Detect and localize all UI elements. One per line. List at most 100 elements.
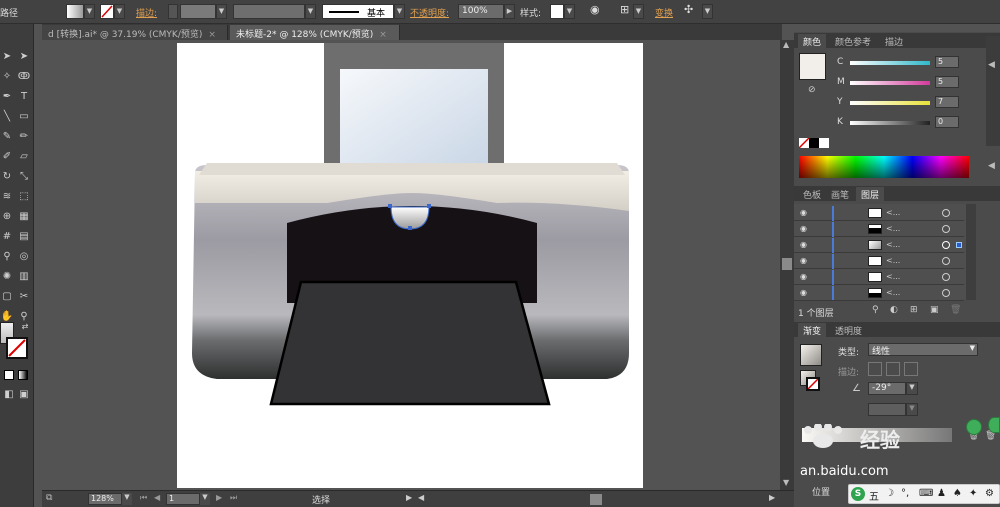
stroke-weight-dropdown[interactable]: ▼ <box>216 4 227 19</box>
tab-document-2[interactable]: 未标题-2* @ 128% (CMYK/预览) × <box>230 25 400 40</box>
target-icon[interactable] <box>942 209 950 217</box>
expand-panel-icon-2[interactable]: ◀ <box>988 161 995 171</box>
layers-scrollbar[interactable] <box>966 204 976 300</box>
variable-width-profile[interactable] <box>233 4 305 19</box>
paintbrush-icon[interactable]: ✎ <box>0 130 14 144</box>
style-dropdown[interactable]: ▼ <box>564 4 575 19</box>
perspective-grid-icon[interactable]: ▦ <box>17 210 31 224</box>
gradient-stroke-swatch[interactable] <box>806 377 820 391</box>
visibility-eye-icon[interactable]: ◉ <box>800 224 810 234</box>
gradient-preview[interactable] <box>800 344 822 366</box>
pencil-icon[interactable]: ✏ <box>17 130 31 144</box>
last-artboard-icon[interactable]: ⏭ <box>230 493 237 503</box>
visibility-eye-icon[interactable]: ◉ <box>800 208 810 218</box>
scroll-left-icon[interactable]: ◀ <box>418 493 424 502</box>
layer-row[interactable]: ◉ <... <box>794 254 964 269</box>
clipping-mask-icon[interactable]: ◐ <box>890 305 898 315</box>
prev-artboard-icon[interactable]: ◀ <box>154 493 160 502</box>
graph-tool-icon[interactable]: ▥ <box>17 270 31 284</box>
direct-selection-tool-icon[interactable]: ➤ <box>17 50 31 64</box>
stroke-dropdown[interactable]: ▼ <box>114 4 125 19</box>
magenta-input[interactable]: 5 <box>935 76 959 88</box>
yellow-input[interactable]: 7 <box>935 96 959 108</box>
keyboard-icon[interactable]: ⌨ <box>919 488 933 499</box>
free-transform-icon[interactable]: ⬚ <box>17 190 31 204</box>
eraser-icon[interactable]: ▱ <box>17 150 31 164</box>
cyan-input[interactable]: 5 <box>935 56 959 68</box>
horizontal-scroll-thumb[interactable] <box>590 494 602 505</box>
aspect-dropdown[interactable]: ▼ <box>906 403 918 416</box>
line-tool-icon[interactable]: ╲ <box>0 110 14 124</box>
white-swatch[interactable] <box>819 138 829 148</box>
artboard-tool-icon[interactable]: ▢ <box>0 290 14 304</box>
color-fill-swatch[interactable] <box>799 53 826 80</box>
opacity-input[interactable]: 100% <box>458 4 504 19</box>
tab-color-guide[interactable]: 颜色参考 <box>830 34 876 48</box>
artboard-dropdown[interactable]: ▼ <box>200 493 210 505</box>
width-tool-icon[interactable]: ≋ <box>0 190 14 204</box>
brush-definition[interactable]: 基本 <box>322 4 394 19</box>
screen-mode-icon[interactable]: ▣ <box>17 388 31 402</box>
fill-dropdown[interactable]: ▼ <box>84 4 95 19</box>
layer-row[interactable]: ◉ <... <box>794 270 964 285</box>
gradient-tool-icon[interactable]: ▤ <box>17 230 31 244</box>
tab-swatches[interactable]: 色板 <box>798 187 826 201</box>
stroke-across-icon[interactable] <box>904 362 918 376</box>
green-indicator-button[interactable] <box>966 419 982 435</box>
lasso-icon[interactable]: ↂ <box>17 70 31 84</box>
scroll-down-icon[interactable]: ▼ <box>783 478 789 487</box>
shape-builder-icon[interactable]: ⊕ <box>0 210 14 224</box>
stroke-swatch[interactable] <box>100 4 114 19</box>
aspect-ratio-input[interactable] <box>868 403 906 416</box>
symbol-sprayer-icon[interactable]: ✺ <box>0 270 14 284</box>
blob-brush-icon[interactable]: ✐ <box>0 150 14 164</box>
tab-stroke[interactable]: 描边 <box>880 34 908 48</box>
gradient-angle-input[interactable]: -29° <box>868 382 906 395</box>
black-input[interactable]: 0 <box>935 116 959 128</box>
tab-color[interactable]: 颜色 <box>798 34 827 48</box>
tab-transparency[interactable]: 透明度 <box>830 323 867 337</box>
opacity-link[interactable]: 不透明度: <box>410 6 449 19</box>
green-indicator-button-2[interactable] <box>988 417 1000 433</box>
input-method-bar[interactable]: S 五 ☽ °, ⌨ ♟ ♠ ✦ ⚙ <box>848 484 1000 504</box>
magic-wand-icon[interactable]: ✧ <box>0 70 14 84</box>
visibility-eye-icon[interactable]: ◉ <box>800 256 810 266</box>
scroll-thumb[interactable] <box>782 258 792 270</box>
tab-document-1[interactable]: d [转换].ai* @ 37.19% (CMYK/预览) × <box>42 25 228 40</box>
zoom-dropdown[interactable]: ▼ <box>122 493 132 505</box>
black-swatch[interactable] <box>809 138 819 148</box>
yellow-slider[interactable] <box>850 101 930 105</box>
scale-tool-icon[interactable]: ⤡ <box>17 170 31 184</box>
eyedropper-icon[interactable]: ⚲ <box>0 250 14 264</box>
stroke-link[interactable]: 描边: <box>136 6 157 19</box>
expand-panel-icon[interactable]: ◀ <box>988 60 995 70</box>
zoom-input[interactable]: 128% <box>88 493 122 505</box>
scroll-right-icon[interactable]: ▶ <box>769 493 775 502</box>
out-of-gamut-icon[interactable]: ⊘ <box>808 85 816 95</box>
visibility-eye-icon[interactable]: ◉ <box>800 288 810 298</box>
layer-row[interactable]: ◉ <... <box>794 222 964 237</box>
punctuation-icon[interactable]: °, <box>901 488 909 499</box>
draw-mode-icon[interactable]: ◧ <box>2 388 16 402</box>
visibility-eye-icon[interactable]: ◉ <box>800 240 810 250</box>
rectangle-tool-icon[interactable]: ▭ <box>17 110 31 124</box>
user-icon[interactable]: ♟ <box>937 488 946 499</box>
black-slider[interactable] <box>850 121 930 125</box>
align-dropdown[interactable]: ▼ <box>633 4 644 19</box>
frame-icon[interactable]: ⧉ <box>46 493 52 503</box>
more-dropdown[interactable]: ▼ <box>702 4 713 19</box>
target-icon[interactable] <box>942 257 950 265</box>
target-icon[interactable] <box>942 273 950 281</box>
stroke-color-box[interactable] <box>6 337 28 359</box>
slice-tool-icon[interactable]: ✂ <box>17 290 31 304</box>
pen-tool-icon[interactable]: ✒ <box>0 90 14 104</box>
color-spectrum[interactable] <box>799 156 969 178</box>
stroke-within-icon[interactable] <box>868 362 882 376</box>
color-mode-icon[interactable] <box>4 370 14 380</box>
target-icon[interactable] <box>942 225 950 233</box>
scroll-up-icon[interactable]: ▲ <box>783 40 789 49</box>
tab-layers[interactable]: 图层 <box>856 187 885 201</box>
ime-logo-icon[interactable]: S <box>851 487 865 501</box>
type-tool-icon[interactable]: T <box>17 90 31 104</box>
opacity-dropdown[interactable]: ▶ <box>504 4 515 19</box>
